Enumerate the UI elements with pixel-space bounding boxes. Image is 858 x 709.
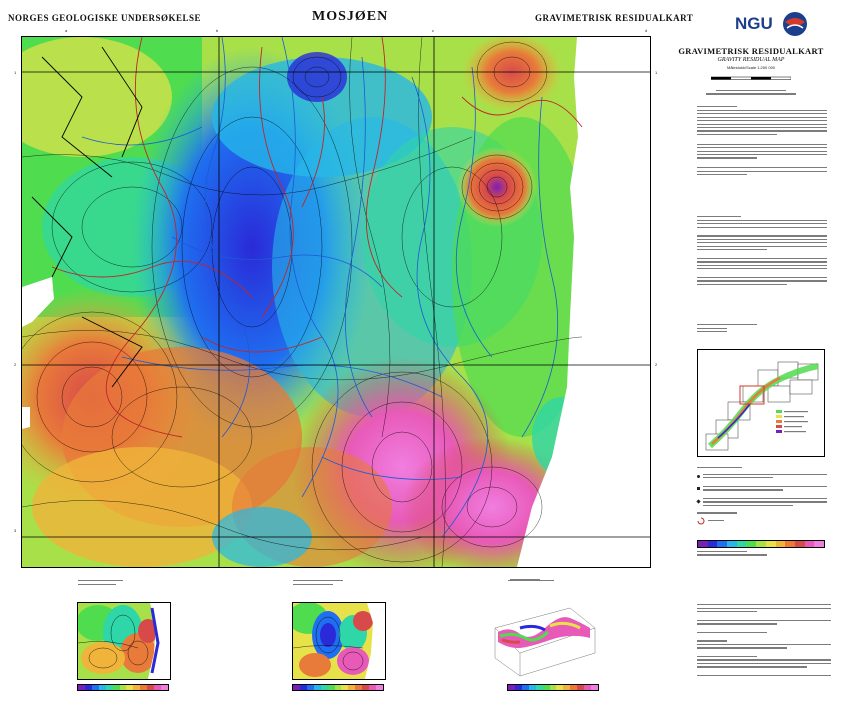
grid-label-top-c: c [432, 28, 434, 33]
grid-label-left-3: 3 [14, 528, 17, 533]
ngu-logo: NGU [735, 8, 815, 44]
grid-label-top-b: b [216, 28, 219, 33]
colorbar-swatch [133, 685, 141, 690]
colorbar-swatch [126, 685, 134, 690]
colorbar-swatch [804, 541, 815, 547]
inset-map-2-graphic [288, 602, 385, 679]
colorbar-swatch [105, 685, 113, 690]
grid-label-right-2: 2 [655, 362, 658, 367]
colorbar-ramp [697, 540, 825, 548]
colorbar-swatch [334, 685, 342, 690]
colorbar-swatch [98, 685, 106, 690]
map-sheet: { "header": { "left": "NORGES GEOLOGISKE… [0, 0, 858, 709]
inset3-colorbar [507, 684, 599, 691]
colorbar-swatch [577, 685, 585, 690]
colorbar-swatch [584, 685, 592, 690]
inset-map-2[interactable] [288, 602, 386, 680]
colorbar-swatch [570, 685, 578, 690]
notes-block [697, 602, 831, 678]
main-colorbar [697, 540, 825, 558]
perspective-3d-view[interactable] [490, 598, 600, 678]
panel-subtitle: GRAVITY RESIDUAL MAP [717, 57, 785, 63]
description-block-2 [697, 214, 827, 287]
colorbar-swatch [521, 685, 529, 690]
residual-gravity-map[interactable] [22, 37, 650, 567]
colorbar-swatch [140, 685, 148, 690]
colorbar-swatch [293, 685, 300, 690]
colorbar-swatch [785, 541, 795, 547]
colorbar-swatch [147, 685, 155, 690]
colorbar-swatch [299, 685, 307, 690]
description-block-1 [697, 104, 827, 178]
colorbar-swatch [341, 685, 349, 690]
colorbar-swatch [161, 685, 168, 690]
colorbar-swatch [746, 541, 757, 547]
colorbar-swatch [154, 685, 162, 690]
panel-title: GRAVIMETRISK RESIDUALKART [678, 46, 824, 56]
globe-icon [783, 12, 807, 36]
inset2-caption [293, 578, 353, 587]
colorbar-swatch [362, 685, 370, 690]
colorbar-swatch [765, 541, 776, 547]
grid-label-top-d: d [645, 28, 648, 33]
index-map[interactable] [697, 349, 825, 457]
colorbar-swatch [727, 541, 737, 547]
colorbar-swatch [707, 541, 718, 547]
scale-text: Målestokk/Scale 1:250 000 [726, 65, 776, 70]
colorbar-swatch [119, 685, 127, 690]
scale-note [510, 577, 550, 583]
colorbar-swatch [756, 541, 766, 547]
colorbar-swatch [327, 685, 335, 690]
inset1-caption [78, 578, 138, 587]
colorbar-swatch [717, 541, 728, 547]
colorbar-swatch [355, 685, 363, 690]
inset-map-1-graphic [76, 603, 170, 679]
colorbar-swatch [549, 685, 557, 690]
grid-label-right-1: 1 [655, 70, 658, 75]
colorbar-swatch [91, 685, 99, 690]
colorbar-swatch [313, 685, 321, 690]
perspective-3d-graphic [494, 607, 596, 677]
colorbar-swatch [376, 685, 383, 690]
colorbar-swatch [508, 685, 515, 690]
colorbar-swatch [78, 685, 85, 690]
colorbar-swatch [84, 685, 92, 690]
colorbar-swatch [112, 685, 120, 690]
grid-label-left-2: 2 [14, 362, 17, 367]
logo-text: NGU [735, 14, 773, 33]
index-map-caption [697, 322, 777, 335]
inset-map-1[interactable] [76, 602, 171, 680]
main-map[interactable] [21, 36, 651, 568]
header-maptype: GRAVIMETRISK RESIDUALKART [535, 13, 694, 23]
inset1-colorbar [77, 684, 169, 691]
index-map-graphic [705, 361, 819, 451]
scale-bar [710, 76, 792, 80]
legend-panel-header: GRAVIMETRISK RESIDUALKART GRAVITY RESIDU… [676, 46, 826, 97]
colorbar-swatch [306, 685, 314, 690]
grid-label-top-a: a [65, 28, 68, 33]
colorbar-swatch [814, 541, 824, 547]
data-legend [696, 465, 827, 528]
colorbar-swatch [563, 685, 571, 690]
grid-label-left-1: 1 [14, 70, 17, 75]
colorbar-swatch [794, 541, 805, 547]
inset2-colorbar [292, 684, 384, 691]
colorbar-swatch [320, 685, 328, 690]
colorbar-swatch [369, 685, 377, 690]
colorbar-swatch [775, 541, 786, 547]
colorbar-swatch [528, 685, 536, 690]
colorbar-swatch [542, 685, 550, 690]
colorbar-swatch [556, 685, 564, 690]
anomaly-symbol-icon [697, 517, 705, 525]
colorbar-swatch [736, 541, 747, 547]
colorbar-swatch [698, 541, 708, 547]
colorbar-swatch [535, 685, 543, 690]
colorbar-swatch [348, 685, 356, 690]
colorbar-swatch [591, 685, 598, 690]
header-org: NORGES GEOLOGISKE UNDERSØKELSE [8, 13, 202, 23]
map-title: MOSJØEN [312, 9, 389, 24]
colorbar-swatch [514, 685, 522, 690]
